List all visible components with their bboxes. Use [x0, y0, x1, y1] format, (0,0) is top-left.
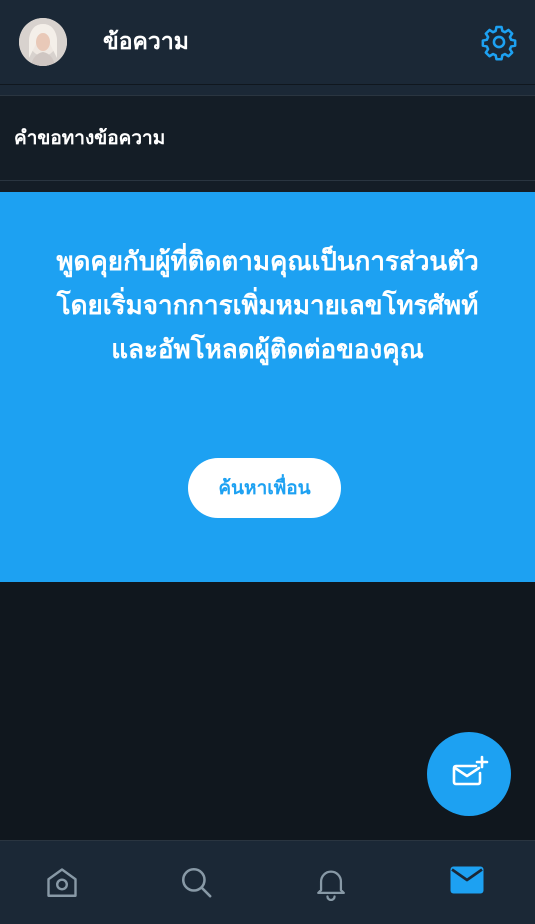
nav-home[interactable]	[0, 841, 133, 924]
bottom-navigation	[0, 840, 535, 924]
new-message-icon	[452, 755, 489, 786]
find-friends-button[interactable]: ค้นหาเพื่อน	[188, 458, 341, 518]
new-message-button[interactable]	[427, 732, 511, 816]
messages-screen: ข้อความ คำขอทางข้อความ พูดคุยกับผู้ที่ติ…	[0, 0, 535, 924]
header-divider	[0, 85, 535, 96]
gear-icon	[481, 25, 517, 61]
settings-button[interactable]	[480, 23, 518, 61]
message-requests-label: คำขอทางข้อความ	[14, 127, 166, 149]
promo-text: พูดคุยกับผู้ที่ติดตามคุณเป็นการส่วนตัว โ…	[56, 247, 479, 365]
nav-search[interactable]	[133, 841, 266, 924]
search-icon	[181, 867, 212, 898]
bell-icon	[317, 870, 345, 901]
nav-notifications[interactable]	[266, 841, 399, 924]
message-requests-row[interactable]: คำขอทางข้อความ	[0, 96, 535, 181]
find-friends-promo: พูดคุยกับผู้ที่ติดตามคุณเป็นการส่วนตัว โ…	[0, 192, 535, 582]
page-title: ข้อความ	[103, 29, 189, 55]
avatar[interactable]	[19, 18, 67, 66]
top-app-bar: ข้อความ	[0, 0, 535, 85]
nav-messages[interactable]	[399, 841, 532, 924]
mail-icon	[450, 866, 484, 894]
home-icon	[47, 868, 77, 897]
